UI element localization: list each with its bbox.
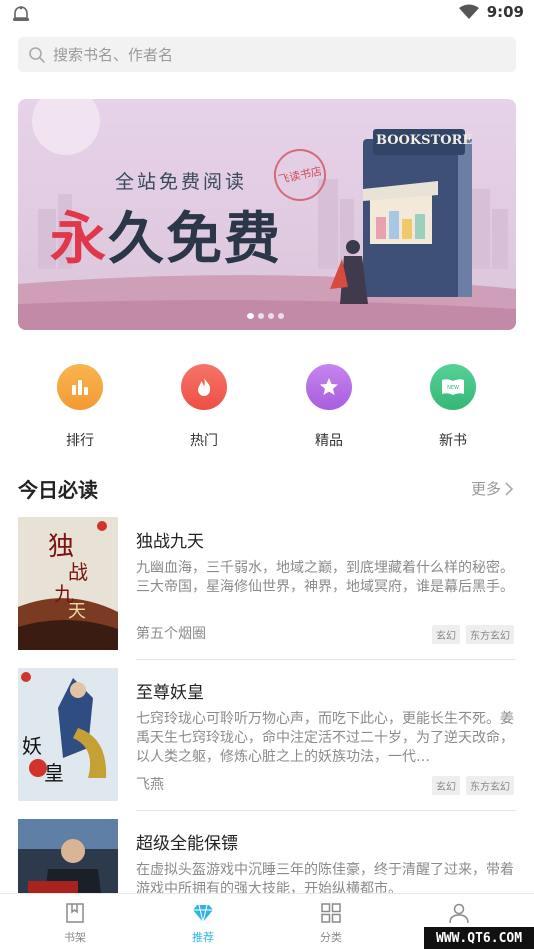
diamond-icon	[193, 904, 213, 923]
quick-nav-label: 新书	[439, 433, 467, 449]
app-notification-icon	[13, 6, 29, 21]
bookshelf-icon	[66, 903, 84, 923]
book-tag: 东方玄幻	[466, 776, 514, 795]
site-watermark: WWW.QT6.COM	[424, 927, 534, 949]
svg-text:独: 独	[48, 532, 74, 562]
more-link[interactable]: 更多	[471, 478, 514, 499]
svg-text:皇: 皇	[44, 761, 64, 785]
book-item[interactable]: 超级全能保镖 在虚拟头盔游戏中沉睡三年的陈佳豪，终于清醒了过来，带着游戏中所拥有…	[18, 819, 516, 893]
tab-bookshelf[interactable]: 书架	[35, 901, 115, 945]
wifi-icon	[458, 4, 479, 19]
book-description: 在虚拟头盔游戏中沉睡三年的陈佳豪，终于清醒了过来，带着游戏中所拥有的强大技能，开…	[136, 862, 514, 893]
book-author: 第五个烟圈	[136, 626, 206, 642]
user-icon	[449, 903, 469, 924]
search-input[interactable]	[53, 45, 473, 64]
tab-label: 分类	[320, 931, 342, 944]
banner-dot[interactable]	[278, 313, 284, 319]
svg-text:天: 天	[68, 601, 86, 622]
chevron-right-icon	[505, 481, 514, 496]
banner-dot[interactable]	[258, 313, 264, 319]
svg-text:妖: 妖	[22, 734, 42, 758]
quick-nav-label: 排行	[66, 433, 94, 449]
banner-dot[interactable]	[268, 313, 274, 319]
divider	[136, 810, 516, 811]
more-label: 更多	[470, 480, 501, 498]
section-header: 今日必读 更多	[18, 472, 516, 502]
banner-store-sign: BOOKSTORE	[376, 133, 473, 148]
quick-nav-hot[interactable]: 热门	[164, 364, 244, 450]
book-title[interactable]: 独战九天	[136, 527, 204, 552]
book-tags: 玄幻 东方玄幻	[432, 625, 514, 644]
book-tags: 玄幻 东方玄幻	[432, 776, 514, 795]
status-time: 9:09	[486, 3, 524, 21]
tab-label: 书架	[64, 931, 86, 944]
quick-nav-label: 热门	[190, 433, 218, 449]
book-cover[interactable]	[18, 819, 118, 893]
search-bar[interactable]	[18, 37, 516, 72]
search-icon	[29, 46, 45, 63]
quick-nav: 排行 热门 精品 NEW 新书	[18, 364, 516, 454]
promo-banner[interactable]: 全站免费阅读 永久免费 飞读书店 BOOKSTORE	[18, 99, 516, 330]
book-description: 九幽血海，三千弱水，地域之巅，到底埋藏着什么样的秘密。三大帝国，星海修仙世界，神…	[136, 560, 514, 595]
quick-nav-new[interactable]: NEW 新书	[413, 364, 493, 450]
banner-dot[interactable]	[247, 313, 254, 319]
quick-nav-premium[interactable]: 精品	[289, 364, 369, 450]
banner-title-rest: 久免费	[108, 206, 282, 272]
book-cover[interactable]: 妖 皇	[18, 668, 118, 801]
tab-recommend[interactable]: 推荐	[163, 901, 243, 945]
quick-nav-ranking[interactable]: 排行	[40, 364, 120, 450]
grid-icon	[321, 903, 341, 923]
banner-title: 永久免费	[50, 194, 282, 275]
svg-text:NEW: NEW	[447, 385, 459, 391]
banner-title-first: 永	[50, 206, 108, 272]
book-cover[interactable]: 独 战 九 天	[18, 517, 118, 650]
section-title: 今日必读	[18, 478, 98, 502]
flame-icon	[181, 364, 227, 410]
book-title[interactable]: 至尊妖皇	[136, 678, 204, 703]
book-tag: 东方玄幻	[466, 625, 514, 644]
book-description: 七窍玲珑心可聆听万物心声，而吃下此心，更能长生不死。姜禹天生七窍玲珑心，命中注定…	[136, 711, 514, 765]
tab-label: 推荐	[192, 931, 214, 944]
svg-text:战: 战	[68, 560, 88, 584]
bar-chart-icon	[57, 364, 103, 410]
quick-nav-label: 精品	[315, 433, 343, 449]
book-author: 飞燕	[136, 777, 164, 793]
tab-profile[interactable]	[419, 901, 499, 929]
book-item[interactable]: 妖 皇 至尊妖皇 七窍玲珑心可聆听万物心声，而吃下此心，更能长生不死。姜禹天生七…	[18, 668, 516, 811]
book-title[interactable]: 超级全能保镖	[136, 829, 238, 854]
book-tag: 玄幻	[432, 625, 460, 644]
banner-pagination[interactable]	[247, 313, 284, 319]
divider	[136, 659, 516, 660]
tab-category[interactable]: 分类	[291, 901, 371, 945]
new-book-icon: NEW	[430, 364, 476, 410]
status-bar: 9:09	[0, 0, 534, 28]
banner-subtitle: 全站免费阅读	[115, 171, 248, 193]
book-tag: 玄幻	[432, 776, 460, 795]
book-item[interactable]: 独 战 九 天 独战九天 九幽血海，三千弱水，地域之巅，到底埋藏着什么样的秘密。…	[18, 517, 516, 660]
star-icon	[306, 364, 352, 410]
